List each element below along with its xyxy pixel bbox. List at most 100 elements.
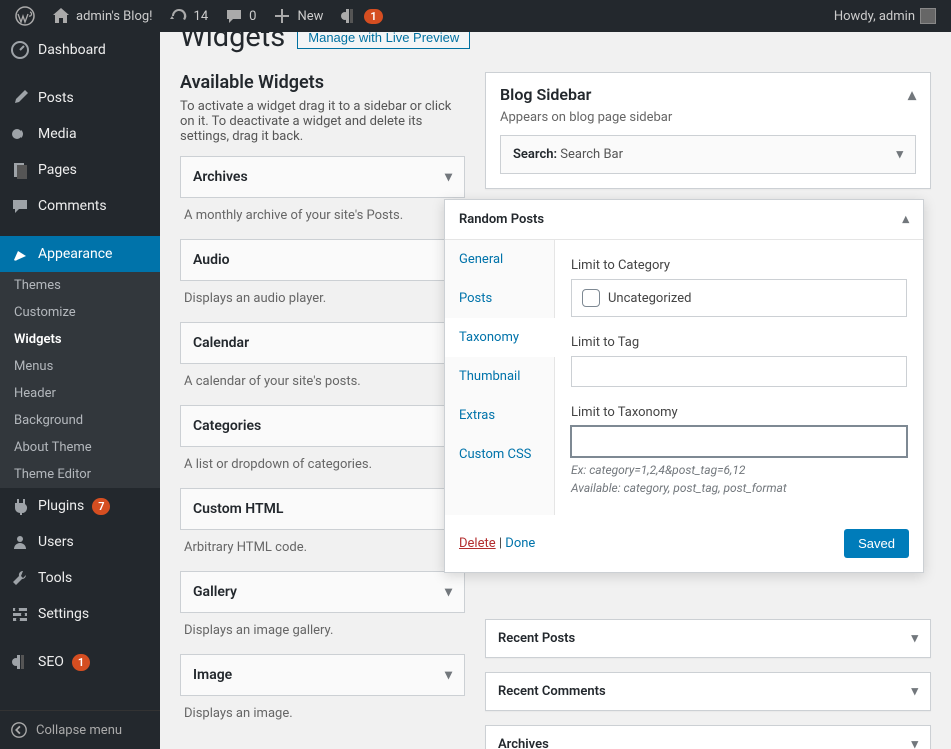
live-preview-button[interactable]: Manage with Live Preview [297,32,470,49]
delete-link[interactable]: Delete [459,536,496,551]
limit-taxonomy-label: Limit to Taxonomy [571,405,907,420]
saved-button[interactable]: Saved [844,529,909,558]
category-uncategorized-row[interactable]: Uncategorized [571,279,907,317]
page-title: Widgets [180,32,285,54]
updates-count: 14 [194,9,209,24]
collapse-label: Collapse menu [36,723,122,738]
wp-logo[interactable] [8,0,42,32]
widget-image-desc: Displays an image. [180,696,465,725]
menu-pages[interactable]: Pages [0,152,160,188]
widget-custom-html[interactable]: Custom HTML▾ [180,488,465,530]
collapse-menu[interactable]: Collapse menu [0,710,160,749]
zone-title: Blog Sidebar [500,85,591,104]
widget-audio[interactable]: Audio▾ [180,239,465,281]
howdy-link[interactable]: Howdy, admin [827,0,943,32]
sub-themes[interactable]: Themes [0,272,160,299]
tab-extras[interactable]: Extras [445,396,554,435]
widget-categories-desc: A list or dropdown of categories. [180,447,465,476]
panel-header[interactable]: Random Posts ▴ [445,200,923,240]
panel-tabs: General Posts Taxonomy Thumbnail Extras … [445,240,555,515]
taxonomy-hint-avail: Available: category, post_tag, post_form… [571,479,907,497]
widget-image[interactable]: Image ▾ [180,654,465,696]
random-posts-panel: Random Posts ▴ General Posts Taxonomy Th… [444,199,924,573]
sidebar-zone: Blog Sidebar ▴ Appears on blog page sideb… [485,72,931,189]
sub-header[interactable]: Header [0,380,160,407]
menu-tools[interactable]: Tools [0,560,160,596]
sub-background[interactable]: Background [0,407,160,434]
tab-custom-css[interactable]: Custom CSS [445,435,554,474]
updates-link[interactable]: 14 [162,0,216,32]
widget-calendar[interactable]: Calendar▾ [180,322,465,364]
widget-archives-title: Archives [193,169,248,185]
admin-sidebar: Dashboard Posts Media Pages Comments App… [0,32,160,749]
notif-badge: 1 [364,9,382,24]
menu-media[interactable]: Media [0,116,160,152]
menu-appearance-label: Appearance [38,246,112,262]
chevron-down-icon: ▾ [911,631,918,646]
sub-customize[interactable]: Customize [0,299,160,326]
widget-image-title: Image [193,667,232,683]
widget-archives-desc: A monthly archive of your site's Posts. [180,198,465,227]
menu-comments[interactable]: Comments [0,188,160,224]
widget-gallery-title: Gallery [193,584,237,600]
sub-widgets[interactable]: Widgets [0,326,160,353]
menu-dashboard[interactable]: Dashboard [0,32,160,68]
panel-form: Limit to Category Uncategorized Limit to… [555,240,923,515]
sub-about[interactable]: About Theme [0,434,160,461]
widget-instance-recent-posts[interactable]: Recent Posts▾ [485,619,931,658]
widget-instance-archives[interactable]: Archives▾ [485,725,931,749]
sub-editor[interactable]: Theme Editor [0,461,160,488]
new-label: New [297,9,323,24]
sub-menus[interactable]: Menus [0,353,160,380]
tab-thumbnail[interactable]: Thumbnail [445,357,554,396]
menu-tools-label: Tools [38,570,72,586]
menu-comments-label: Comments [38,198,107,214]
uncategorized-checkbox[interactable] [582,289,600,307]
widget-categories[interactable]: Categories▾ [180,405,465,447]
widget-instance-recent-comments[interactable]: Recent Comments▾ [485,672,931,711]
comments-link[interactable]: 0 [217,0,263,32]
widget-categories-title: Categories [193,418,261,434]
menu-pages-label: Pages [38,162,77,178]
menu-users[interactable]: Users [0,524,160,560]
zone-desc: Appears on blog page sidebar [500,110,916,125]
done-link[interactable]: Done [505,536,535,551]
site-link[interactable]: admin's Blog! [44,0,160,32]
chevron-down-icon: ▾ [445,667,452,683]
uncategorized-label: Uncategorized [608,291,691,306]
tab-general[interactable]: General [445,240,554,279]
menu-posts[interactable]: Posts [0,80,160,116]
menu-settings-label: Settings [38,606,89,622]
widget-instance-search[interactable]: Search: Search Bar ▾ [500,135,916,174]
avatar [920,8,936,24]
menu-media-label: Media [38,126,77,142]
widget-calendar-desc: A calendar of your site's posts. [180,364,465,393]
chevron-down-icon: ▾ [911,737,918,749]
seo-badge: 1 [72,654,90,671]
tab-taxonomy[interactable]: Taxonomy [445,318,555,357]
menu-settings[interactable]: Settings [0,596,160,632]
widget-gallery[interactable]: Gallery ▾ [180,571,465,613]
menu-plugins[interactable]: Plugins 7 [0,488,160,524]
seo-notif[interactable]: 1 [332,0,389,32]
limit-taxonomy-input[interactable] [571,426,907,457]
menu-appearance[interactable]: Appearance [0,236,160,272]
widget-audio-title: Audio [193,252,230,268]
chevron-down-icon: ▾ [445,584,452,600]
menu-seo[interactable]: SEO1 [0,644,160,680]
panel-title: Random Posts [459,212,544,227]
recent-comments-label: Recent Comments [498,684,606,699]
new-link[interactable]: New [265,0,330,32]
plugins-badge: 7 [92,498,110,515]
limit-tag-label: Limit to Tag [571,335,907,350]
menu-plugins-label: Plugins [38,498,84,514]
caret-up-icon[interactable]: ▴ [908,85,916,104]
limit-tag-input[interactable] [571,356,907,387]
admin-bar: admin's Blog! 14 0 New 1 Howdy, admin [0,0,951,32]
widget-archives[interactable]: Archives▾ [180,156,465,198]
widget-calendar-title: Calendar [193,335,249,351]
widget-audio-desc: Displays an audio player. [180,281,465,310]
widget-custom-html-title: Custom HTML [193,501,283,517]
tab-posts[interactable]: Posts [445,279,554,318]
search-label: Search: [513,147,557,162]
